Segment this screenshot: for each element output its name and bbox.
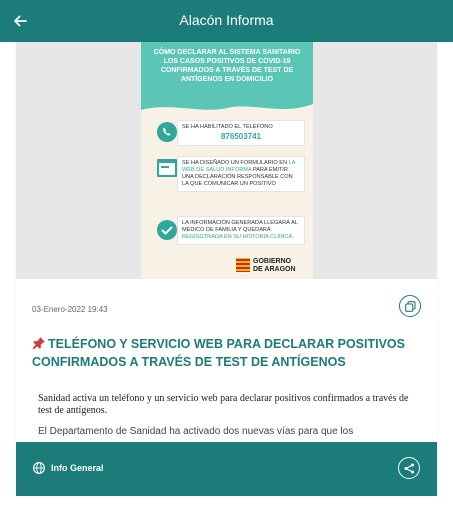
category-label[interactable]: Info General xyxy=(51,463,104,473)
copy-icon xyxy=(404,300,416,312)
pushpin-icon xyxy=(32,337,45,350)
poster-item-box: SE HA HABILITADO EL TELÉFONO 876503741 xyxy=(177,120,305,146)
poster-header: CÓMO DECLARAR AL SISTEMA SANITARIO LOS C… xyxy=(141,42,313,104)
poster-phone-number: 876503741 xyxy=(220,132,262,141)
poster-item-box: SE HA DISEÑADO UN FORMULARIO EN LA WEB D… xyxy=(177,156,305,192)
phone-icon xyxy=(157,122,177,142)
bottom-bar: Info General xyxy=(16,442,437,496)
globe-icon xyxy=(33,462,45,474)
info-poster: CÓMO DECLARAR AL SISTEMA SANITARIO LOS C… xyxy=(141,42,313,279)
gobierno-aragon-logo: GOBIERNO DE ARAGON xyxy=(236,256,306,274)
poster-web-text-before: SE HA DISEÑADO UN FORMULARIO EN xyxy=(182,160,289,166)
article-title-text: TELÉFONO Y SERVICIO WEB PARA DECLARAR PO… xyxy=(32,337,405,369)
article-title: TELÉFONO Y SERVICIO WEB PARA DECLARAR PO… xyxy=(32,335,418,371)
check-circle-icon xyxy=(157,220,177,240)
copy-button[interactable] xyxy=(399,295,421,317)
poster-record-link: REGISGTRADA EN SU HISTORIA CLÍNICA xyxy=(182,234,293,240)
web-form-icon xyxy=(157,159,177,177)
article-lead: Sanidad activa un teléfono y un servicio… xyxy=(38,393,409,416)
logo-text: GOBIERNO DE ARAGON xyxy=(253,258,296,273)
app-bar: Alacón Informa xyxy=(0,0,453,42)
logo-line-1: GOBIERNO xyxy=(253,258,292,265)
article-date: 03-Enero-2022 19:43 xyxy=(32,305,108,314)
screen: Alacón Informa CÓMO DECLARAR AL SISTEMA … xyxy=(0,0,453,512)
hero-image[interactable]: CÓMO DECLARAR AL SISTEMA SANITARIO LOS C… xyxy=(16,42,437,279)
poster-record-text-before: LA INFORMACIÓN GENERADA LLEGARÁ AL MÉDIC… xyxy=(182,220,298,233)
poster-item-box: LA INFORMACIÓN GENERADA LLEGARÁ AL MÉDIC… xyxy=(177,216,305,245)
article-body: El Departamento de Sanidad ha activado d… xyxy=(38,426,354,437)
share-button[interactable] xyxy=(398,457,420,479)
poster-wave xyxy=(141,98,313,110)
share-icon xyxy=(404,463,414,473)
logo-line-2: DE ARAGON xyxy=(253,265,296,273)
app-title: Alacón Informa xyxy=(179,12,274,28)
poster-header-text: CÓMO DECLARAR AL SISTEMA SANITARIO LOS C… xyxy=(153,49,301,83)
news-card: CÓMO DECLARAR AL SISTEMA SANITARIO LOS C… xyxy=(16,42,437,496)
poster-phone-text: SE HA HABILITADO EL TELÉFONO xyxy=(182,124,273,130)
aragon-flag-icon xyxy=(236,258,250,272)
